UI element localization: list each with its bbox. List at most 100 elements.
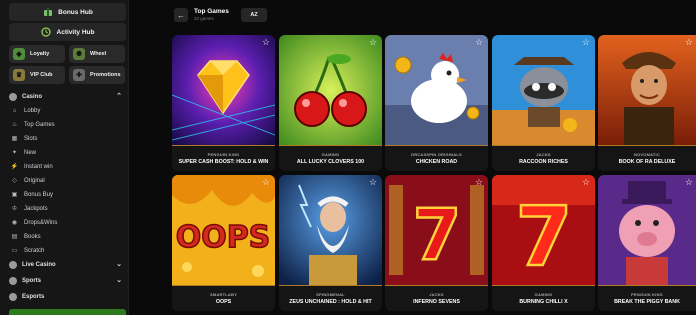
diamond-icon: ◇	[12, 178, 17, 184]
game-card[interactable]: ☆ PENGUIN KING SUPER CASH BOOST: HOLD & …	[172, 35, 275, 171]
svg-text:OOPS: OOPS	[176, 220, 271, 255]
game-name: SUPER CASH BOOST: HOLD & WIN	[178, 159, 269, 165]
game-name: BURNING CHILLI X	[519, 299, 568, 305]
game-provider: JACKS	[536, 152, 551, 157]
favorite-star-icon[interactable]: ☆	[369, 178, 377, 187]
game-card[interactable]: ☆ GAMING ALL LUCKY CLOVERS 100	[279, 35, 382, 171]
ticket-icon: ▭	[11, 248, 18, 254]
game-provider: JACKS	[429, 292, 444, 297]
game-thumbnail	[492, 35, 595, 145]
game-thumbnail: 7	[385, 175, 488, 285]
casino-icon	[9, 93, 17, 101]
sidebar-item-label: Top Games	[24, 121, 55, 128]
favorite-star-icon[interactable]: ☆	[582, 38, 590, 47]
sidebar-item-jackpots[interactable]: ♔ Jackpots	[11, 202, 121, 215]
game-provider: NOVOMATIC	[634, 152, 660, 157]
sidebar-item-bonus-buy[interactable]: ▣ Bonus Buy	[11, 188, 121, 201]
back-button[interactable]: ←	[174, 8, 188, 22]
sidebar-item-slots[interactable]: ▦ Slots	[11, 132, 121, 145]
favorite-star-icon[interactable]: ☆	[262, 38, 270, 47]
sidebar-item-new[interactable]: ✦ New	[11, 146, 121, 159]
sidebar-item-label: Books	[24, 233, 41, 240]
bonus-hub-icon	[42, 7, 53, 18]
sports-section-toggle[interactable]: Sports ⌄	[9, 275, 126, 287]
game-card[interactable]: ☆ PENGUIN KING BREAK THE PIGGY BANK	[598, 175, 696, 311]
game-name: CHICKEN ROAD	[415, 159, 458, 165]
sidebar-item-scratch[interactable]: ▭ Scratch	[11, 244, 121, 257]
game-name: BOOK OF RA DELUXE	[618, 159, 676, 165]
sidebar-item-label: Bonus Buy	[24, 191, 54, 198]
svg-text:7: 7	[413, 194, 462, 276]
tile-label: Loyalty	[30, 51, 50, 57]
tile-label: VIP Club	[30, 72, 53, 78]
game-name: RACCOON RICHES	[519, 159, 568, 165]
favorite-star-icon[interactable]: ☆	[475, 178, 483, 187]
sports-icon	[9, 277, 17, 285]
sidebar-item-lobby[interactable]: ⌂ Lobby	[11, 104, 121, 117]
home-icon: ⌂	[12, 107, 17, 114]
game-card[interactable]: ☆ NOVOMATIC BOOK OF RA DELUXE	[598, 35, 696, 171]
casino-section-toggle[interactable]: Casino ⌃	[9, 91, 126, 103]
game-label: SMARTLABY OOPS	[172, 285, 275, 311]
game-label: GAMING BURNING CHILLI X	[492, 285, 595, 311]
favorite-star-icon[interactable]: ☆	[475, 38, 483, 47]
game-label: PENGUIN KING SUPER CASH BOOST: HOLD & WI…	[172, 145, 275, 171]
sidebar-item-drops-wins[interactable]: ◉ Drops&Wins	[11, 216, 121, 229]
game-card[interactable]: ☆ DRCASSPIN ORIGINALS CHICKEN ROAD	[385, 35, 488, 171]
trophy-icon: ♔	[11, 206, 18, 212]
book-icon: ▤	[11, 234, 18, 240]
page-title: Top Games	[194, 8, 229, 15]
game-label: PENGUIN KING BREAK THE PIGGY BANK	[598, 285, 696, 311]
arrow-left-icon: ←	[177, 10, 185, 20]
cart-icon: ▣	[11, 192, 18, 198]
tile-wheel[interactable]: ✺ Wheel	[69, 45, 125, 63]
sidebar-item-label: New	[24, 149, 37, 156]
game-card[interactable]: 7 ☆ JACKS INFERNO SEVENS	[385, 175, 488, 311]
chevron-down-icon: ⌄	[116, 277, 122, 284]
sidebar-item-label: Drops&Wins	[24, 219, 58, 226]
casino-label: Casino	[22, 94, 43, 100]
bonus-hub-label: Bonus Hub	[58, 8, 93, 16]
game-name: BREAK THE PIGGY BANK	[614, 299, 680, 305]
game-thumbnail	[598, 175, 696, 285]
game-name: OOPS	[215, 299, 232, 305]
tile-promotions[interactable]: ✚ Promotions	[69, 66, 125, 84]
tile-loyalty[interactable]: ◆ Loyalty	[9, 45, 65, 63]
games-count: 20 games	[194, 16, 214, 21]
game-card[interactable]: ☆ JACKS RACCOON RICHES	[492, 35, 595, 171]
tile-label: Wheel	[90, 51, 107, 57]
sidebar-item-instant-win[interactable]: ⚡ Instant win	[11, 160, 121, 173]
activity-hub-icon	[41, 27, 52, 38]
sidebar-item-books[interactable]: ▤ Books	[11, 230, 121, 243]
bonus-hub-button[interactable]: Bonus Hub	[9, 3, 126, 21]
sports-label: Sports	[22, 278, 42, 284]
favorite-star-icon[interactable]: ☆	[369, 38, 377, 47]
favorite-star-icon[interactable]: ☆	[685, 178, 693, 187]
esports-link[interactable]: Esports	[9, 291, 126, 303]
favorite-star-icon[interactable]: ☆	[685, 38, 693, 47]
game-label: GAMING ALL LUCKY CLOVERS 100	[279, 145, 382, 171]
activity-hub-button[interactable]: Activity Hub	[9, 23, 126, 41]
game-card[interactable]: OOPS ☆ SMARTLABY OOPS	[172, 175, 275, 311]
game-thumbnail	[385, 35, 488, 145]
game-card[interactable]: ☆ SPINOMENAL ZEUS UNCHAINED : HOLD & HIT	[279, 175, 382, 311]
favorite-star-icon[interactable]: ☆	[582, 178, 590, 187]
sidebar-item-original[interactable]: ◇ Original	[11, 174, 121, 187]
live-casino-icon	[9, 261, 17, 269]
sidebar-item-label: Original	[24, 177, 45, 184]
game-label: JACKS RACCOON RICHES	[492, 145, 595, 171]
sidebar-item-top-games[interactable]: ♨ Top Games	[11, 118, 121, 131]
sidebar-item-label: Lobby	[24, 107, 41, 114]
game-card[interactable]: 7 ☆ GAMING BURNING CHILLI X	[492, 175, 595, 311]
gift-icon: ✚	[73, 69, 85, 81]
favorite-star-icon[interactable]: ☆	[262, 178, 270, 187]
flame-icon: ♨	[11, 122, 18, 128]
live-casino-section-toggle[interactable]: Live Casino ⌄	[9, 259, 126, 271]
shield-icon: ◆	[13, 48, 25, 60]
activity-hub-label: Activity Hub	[56, 28, 95, 36]
esports-label: Esports	[22, 294, 45, 300]
game-name: ZEUS UNCHAINED : HOLD & HIT	[289, 299, 372, 305]
game-thumbnail: 7	[492, 175, 595, 285]
tile-vip-club[interactable]: ♛ VIP Club	[9, 66, 65, 84]
sort-az-button[interactable]: AZ	[241, 8, 267, 22]
